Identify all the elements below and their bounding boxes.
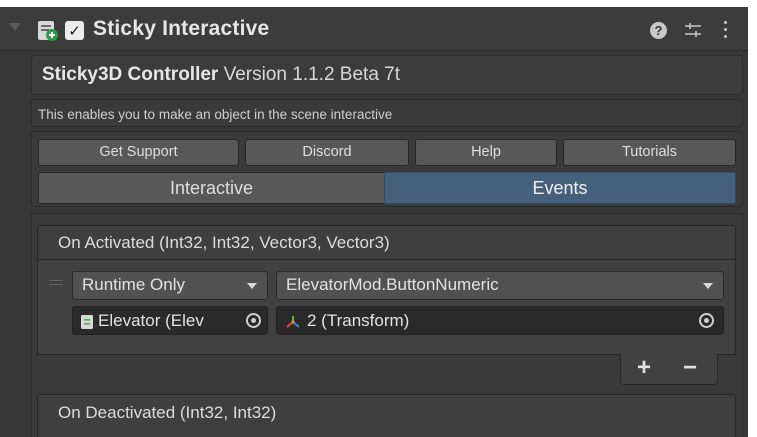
presets-icon[interactable] — [683, 20, 703, 40]
object-picker-icon[interactable] — [246, 313, 261, 328]
on-deactivated-title: On Deactivated (Int32, Int32) — [58, 403, 277, 422]
chevron-down-icon — [703, 283, 713, 289]
controller-name: Sticky3D Controller — [42, 64, 219, 85]
function-dropdown[interactable]: ElevatorMod.ButtonNumeric — [276, 271, 724, 300]
call-state-value: Runtime Only — [82, 275, 185, 294]
script-icon — [38, 21, 58, 41]
tutorials-button[interactable]: Tutorials — [563, 139, 736, 166]
call-state-dropdown[interactable]: Runtime Only — [72, 271, 268, 300]
function-value: ElevatorMod.ButtonNumeric — [286, 275, 499, 294]
get-support-button[interactable]: Get Support — [38, 139, 239, 166]
chevron-down-icon — [247, 283, 257, 289]
help-icon[interactable]: ? — [650, 22, 667, 39]
on-activated-header: On Activated (Int32, Int32, Vector3, Vec… — [37, 225, 736, 260]
component-header[interactable]: ✓ Sticky Interactive ? — [0, 7, 748, 51]
object-picker-icon[interactable] — [699, 313, 714, 328]
drag-handle-icon[interactable] — [49, 280, 63, 285]
discord-button[interactable]: Discord — [245, 139, 409, 166]
foldout-arrow-icon[interactable] — [9, 23, 21, 31]
enabled-checkbox[interactable]: ✓ — [65, 21, 84, 40]
on-deactivated-header: On Deactivated (Int32, Int32) — [37, 394, 736, 437]
script-file-icon — [81, 315, 93, 329]
tab-events[interactable]: Events — [384, 172, 736, 204]
argument-field[interactable]: 2 (Transform) — [276, 306, 724, 335]
controller-version: Version 1.1.2 Beta 7t — [223, 64, 401, 85]
target-object-value: Elevator (Elev — [98, 311, 204, 330]
add-listener-button[interactable]: + — [637, 354, 651, 382]
description-text: This enables you to make an object in th… — [38, 107, 393, 122]
controller-title: Sticky3D Controller Version 1.1.2 Beta 7… — [42, 64, 400, 86]
kebab-menu-icon[interactable] — [722, 21, 728, 41]
component-title: Sticky Interactive — [93, 17, 270, 40]
argument-value: 2 (Transform) — [307, 311, 410, 330]
on-activated-title: On Activated (Int32, Int32, Vector3, Vec… — [58, 233, 390, 252]
remove-listener-button[interactable]: − — [683, 354, 697, 382]
description-box: This enables you to make an object in th… — [31, 99, 743, 127]
controller-info-box: Sticky3D Controller Version 1.1.2 Beta 7… — [31, 55, 743, 95]
help-button[interactable]: Help — [415, 139, 557, 166]
tab-interactive[interactable]: Interactive — [38, 172, 385, 204]
target-object-field[interactable]: Elevator (Elev — [72, 306, 268, 335]
add-remove-footer: + − — [620, 354, 718, 385]
transform-icon — [286, 316, 300, 328]
